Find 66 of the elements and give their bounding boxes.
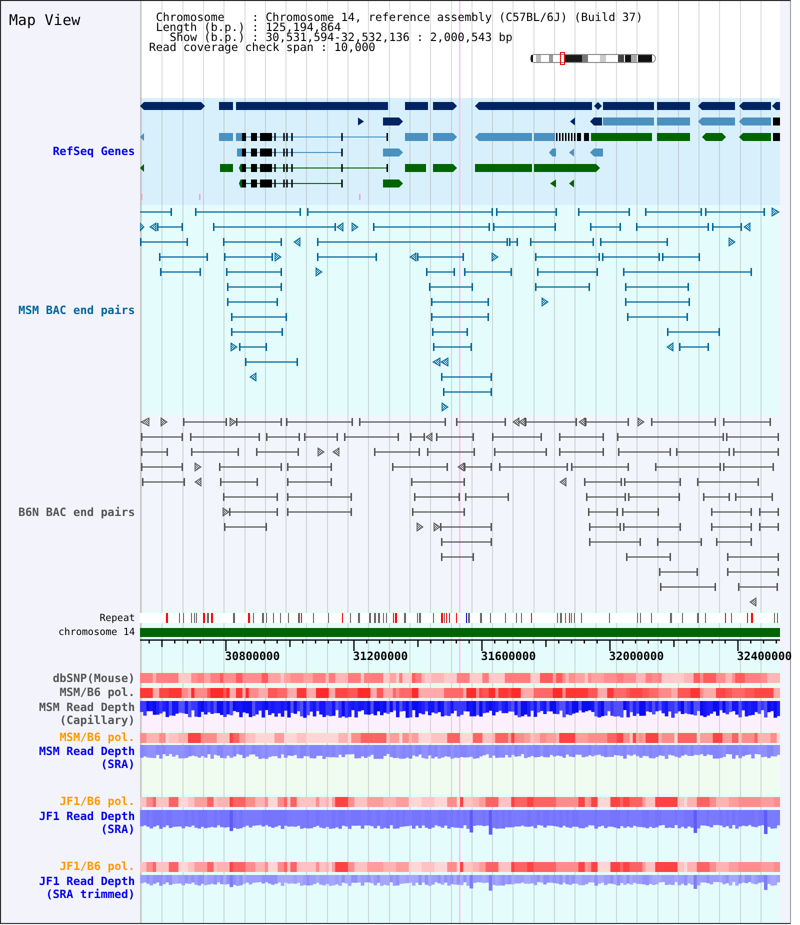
track-label: B6N BAC end pairs — [18, 506, 135, 519]
gene-feature — [140, 164, 144, 172]
gene-feature — [475, 133, 532, 141]
track-label: Repeat — [100, 612, 135, 624]
gene-feature — [739, 133, 771, 141]
gene-feature — [383, 148, 403, 156]
gene-feature — [358, 118, 364, 126]
track-label: RefSeq Genes — [52, 145, 135, 158]
gene-feature — [550, 180, 556, 188]
gene-feature — [219, 102, 233, 110]
track-label: dbSNP(Mouse) — [52, 672, 135, 684]
track-label: MSM BAC end pairs — [18, 304, 135, 316]
view-title: Map View — [9, 12, 80, 29]
gene-feature — [698, 102, 735, 110]
gene-feature — [140, 133, 144, 141]
gene-feature — [433, 133, 457, 141]
marker-tick — [359, 194, 360, 200]
gene-feature — [405, 102, 428, 110]
track-label: MSM/B6 pol. — [60, 686, 135, 699]
track-label: JF1/B6 pol. — [60, 795, 135, 808]
gene-feature — [140, 102, 205, 110]
track-sublabel: (SRA) — [100, 758, 135, 771]
gene-feature — [475, 164, 532, 172]
track-sublabel: (SRA trimmed) — [46, 888, 135, 901]
region-info-line: Show (b.p.) : 30,531,594-32,532,136 : 2,000,543 bp — [170, 32, 512, 42]
gene-feature — [657, 133, 690, 141]
track-sublabel: (SRA) — [100, 823, 135, 836]
region-info-line: Length (b.p.) : 125,194,864 — [156, 22, 342, 32]
axis-tick-label: 30800000 — [225, 651, 280, 662]
track-label: MSM Read Depth — [38, 745, 135, 758]
track-label: JF1 Read Depth — [38, 810, 135, 823]
gene-feature — [591, 133, 652, 141]
region-info-line: Read coverage check span : 10,000 — [149, 42, 376, 52]
gene-feature — [549, 148, 556, 156]
axis-tick-label: 32000000 — [609, 651, 664, 662]
track-label: JF1/B6 pol. — [60, 860, 135, 873]
gene-feature — [739, 118, 771, 126]
gene-feature — [383, 180, 403, 188]
gene-feature — [433, 164, 457, 172]
gene-feature — [569, 180, 574, 188]
gene-feature — [570, 118, 575, 126]
gene-feature — [405, 133, 428, 141]
gene-feature — [702, 133, 726, 141]
axis-tick-label: 31200000 — [353, 651, 408, 662]
gene-feature — [534, 164, 600, 172]
gene-feature — [219, 133, 233, 141]
track-label: MSM Read Depth — [38, 701, 135, 714]
axis-tick-label: 32400000 — [737, 651, 792, 662]
gene-feature — [220, 164, 233, 172]
gene-feature — [405, 164, 426, 172]
track-sublabel: (Capillary) — [60, 714, 135, 727]
region-info-line: Chromosome : Chromosome 14, reference assembly (C57BL/6J) (Build 37) — [156, 12, 643, 22]
track-label: MSM/B6 pol. — [60, 731, 135, 744]
gene-feature — [569, 148, 574, 156]
gene-feature — [590, 148, 603, 156]
marker-tick — [199, 194, 200, 200]
axis-tick-label: 31600000 — [481, 651, 536, 662]
track-label: JF1 Read Depth — [38, 875, 135, 888]
marker-tick — [141, 194, 142, 200]
track-label: chromosome 14 — [58, 626, 135, 639]
gene-feature — [657, 118, 690, 126]
gene-feature — [433, 102, 457, 110]
region-marker — [560, 52, 565, 66]
gene-feature — [657, 102, 690, 110]
gene-feature — [698, 118, 735, 126]
gene-feature — [383, 118, 403, 126]
